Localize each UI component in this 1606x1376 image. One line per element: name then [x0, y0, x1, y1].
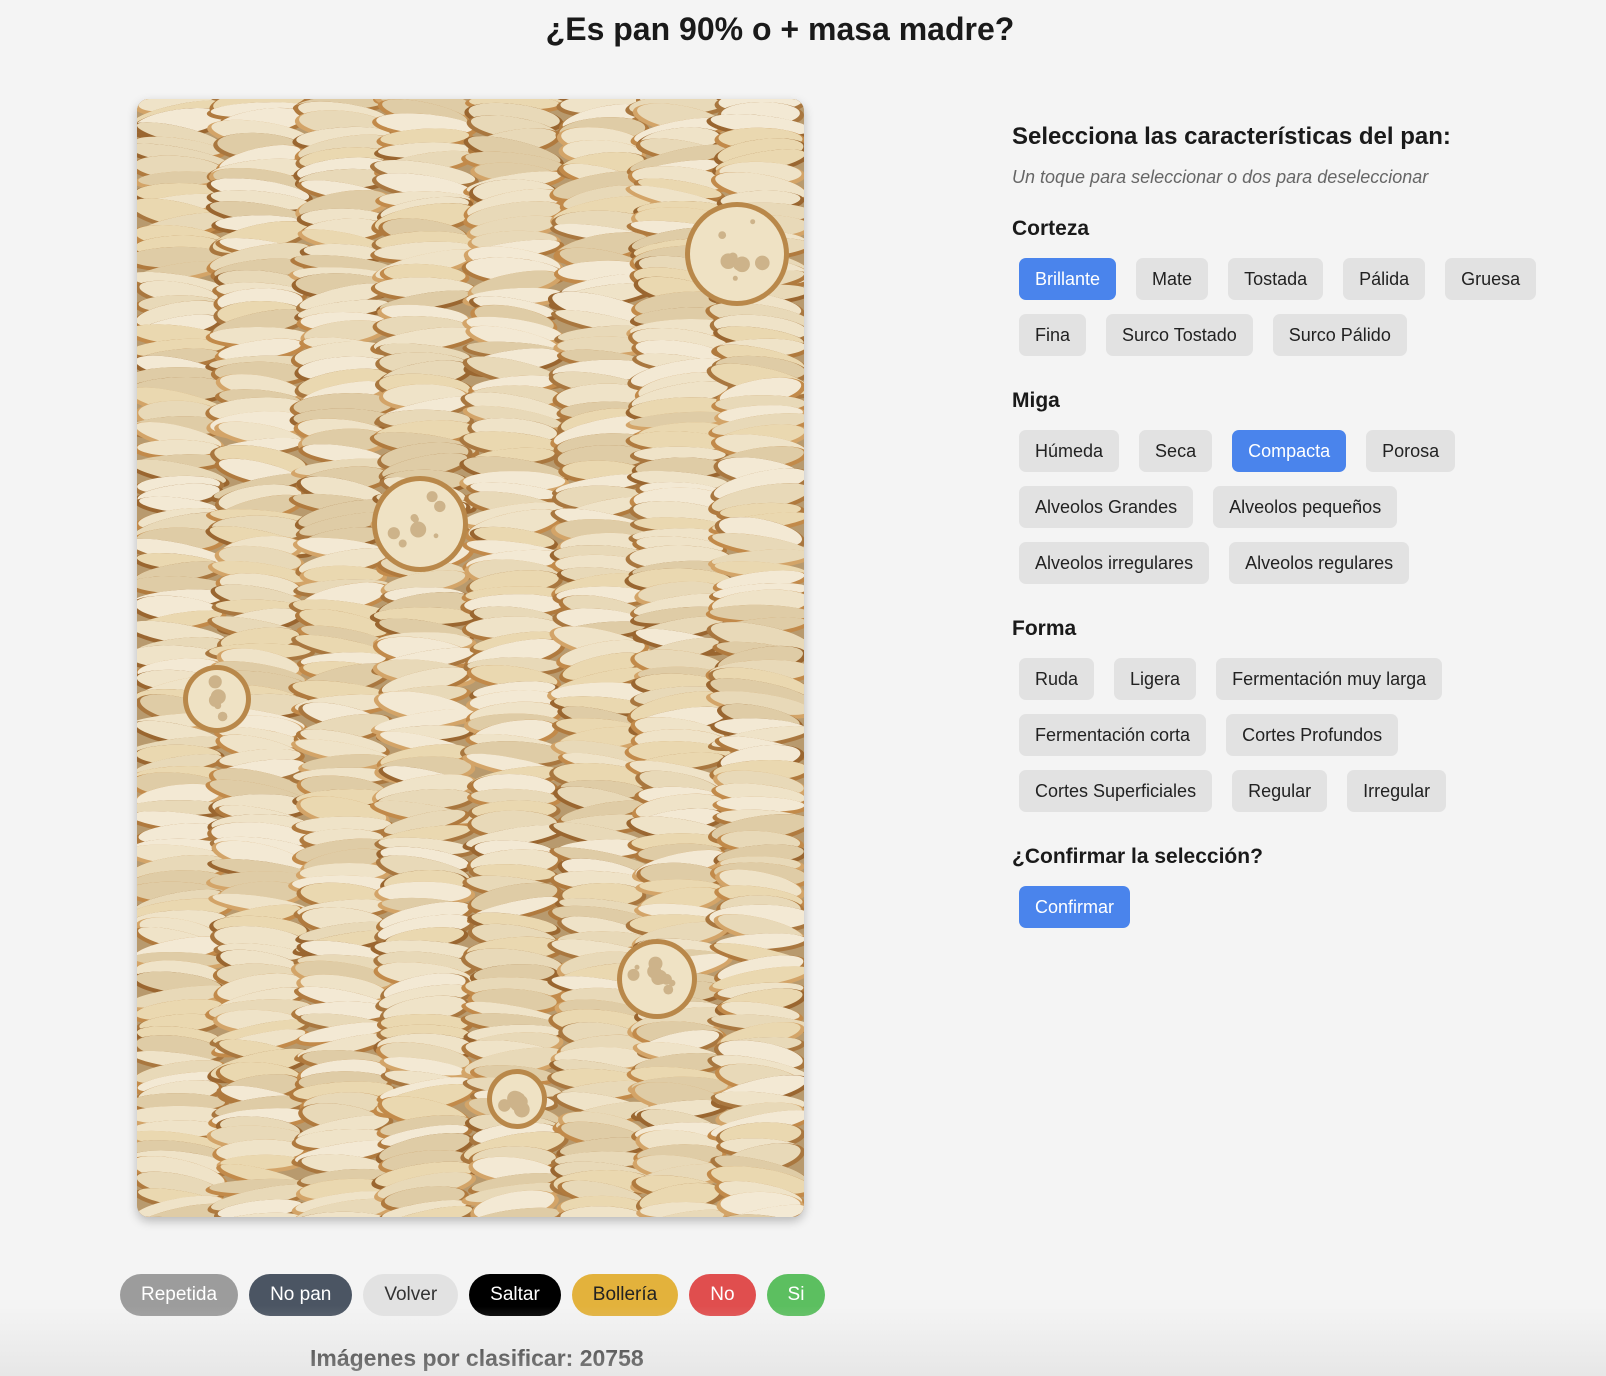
- chip-regular[interactable]: Regular: [1232, 770, 1328, 812]
- section-corteza: Corteza Brillante Mate Tostada Pálida Gruesa…: [1012, 216, 1572, 356]
- section-forma: Forma Ruda Ligera Fermentación muy larga Fe…: [1012, 616, 1572, 812]
- chip-palida[interactable]: Pálida: [1343, 258, 1426, 300]
- volver-button[interactable]: Volver: [363, 1274, 459, 1316]
- chip-group-forma: Ruda Ligera Fermentación muy larga Fermenta…: [1012, 658, 1572, 812]
- chip-fermentacion-corta[interactable]: Fermentación corta: [1019, 714, 1207, 756]
- si-button[interactable]: Si: [766, 1274, 826, 1316]
- chip-ligera[interactable]: Ligera: [1114, 658, 1197, 700]
- chip-humeda[interactable]: Húmeda: [1019, 430, 1120, 472]
- action-bar: Repetida No pan Volver Saltar Bollería No Si: [120, 1274, 826, 1316]
- chip-surco-palido[interactable]: Surco Pálido: [1272, 314, 1407, 356]
- bottom-shade: [0, 1306, 1606, 1376]
- chip-tostada[interactable]: Tostada: [1228, 258, 1324, 300]
- bread-cross-section: [617, 939, 697, 1019]
- repetida-button[interactable]: Repetida: [120, 1274, 239, 1316]
- page-title: ¿Es pan 90% o + masa madre?: [545, 11, 1015, 47]
- panel-hint: Un toque para seleccionar o dos para des…: [1012, 167, 1429, 187]
- chip-ruda[interactable]: Ruda: [1019, 658, 1095, 700]
- section-title: Miga: [1012, 389, 1060, 412]
- panel-heading: Selecciona las características del pan:: [1012, 123, 1451, 150]
- bread-cross-section: [487, 1069, 547, 1129]
- section-miga: Miga Húmeda Seca Compacta Porosa Alveolos Gr…: [1012, 388, 1572, 584]
- chip-cortes-profundos[interactable]: Cortes Profundos: [1226, 714, 1399, 756]
- chip-alveolos-regulares[interactable]: Alveolos regulares: [1229, 542, 1410, 584]
- chip-surco-tostado[interactable]: Surco Tostado: [1106, 314, 1253, 356]
- chip-alveolos-irregulares[interactable]: Alveolos irregulares: [1019, 542, 1210, 584]
- bread-cross-section: [183, 665, 251, 733]
- section-title: Forma: [1012, 617, 1077, 640]
- bread-photo: [137, 99, 804, 1217]
- chip-cortes-superficiales[interactable]: Cortes Superficiales: [1019, 770, 1213, 812]
- features-panel: Selecciona las características del pan: …: [1012, 120, 1572, 928]
- bread-slices-image: [137, 99, 804, 1217]
- chip-brillante[interactable]: Brillante: [1019, 258, 1117, 300]
- chip-fermentacion-muy-larga[interactable]: Fermentación muy larga: [1216, 658, 1443, 700]
- confirm-button[interactable]: Confirmar: [1019, 886, 1131, 928]
- chip-mate[interactable]: Mate: [1136, 258, 1209, 300]
- chip-alveolos-grandes[interactable]: Alveolos Grandes: [1019, 486, 1194, 528]
- chip-porosa[interactable]: Porosa: [1366, 430, 1456, 472]
- chip-compacta[interactable]: Compacta: [1232, 430, 1347, 472]
- no-button[interactable]: No: [689, 1274, 756, 1316]
- no-pan-button[interactable]: No pan: [249, 1274, 353, 1316]
- bolleria-button[interactable]: Bollería: [571, 1274, 679, 1316]
- images-remaining-counter: Imágenes por clasificar: 20758: [310, 1345, 644, 1371]
- chip-alveolos-pequenos[interactable]: Alveolos pequeños: [1213, 486, 1398, 528]
- chip-fina[interactable]: Fina: [1019, 314, 1087, 356]
- bread-cross-section: [685, 202, 789, 306]
- section-title: Corteza: [1012, 217, 1090, 240]
- saltar-button[interactable]: Saltar: [469, 1274, 561, 1316]
- confirm-section: ¿Confirmar la selección? Confirmar: [1012, 844, 1572, 928]
- chip-gruesa[interactable]: Gruesa: [1445, 258, 1537, 300]
- chip-group-miga: Húmeda Seca Compacta Porosa Alveolos Grandes…: [1012, 430, 1572, 584]
- confirm-heading: ¿Confirmar la selección?: [1012, 845, 1263, 868]
- bread-cross-section: [372, 476, 468, 572]
- chip-seca[interactable]: Seca: [1139, 430, 1213, 472]
- chip-group-corteza: Brillante Mate Tostada Pálida Gruesa Fina Surc…: [1012, 258, 1572, 356]
- chip-irregular[interactable]: Irregular: [1347, 770, 1447, 812]
